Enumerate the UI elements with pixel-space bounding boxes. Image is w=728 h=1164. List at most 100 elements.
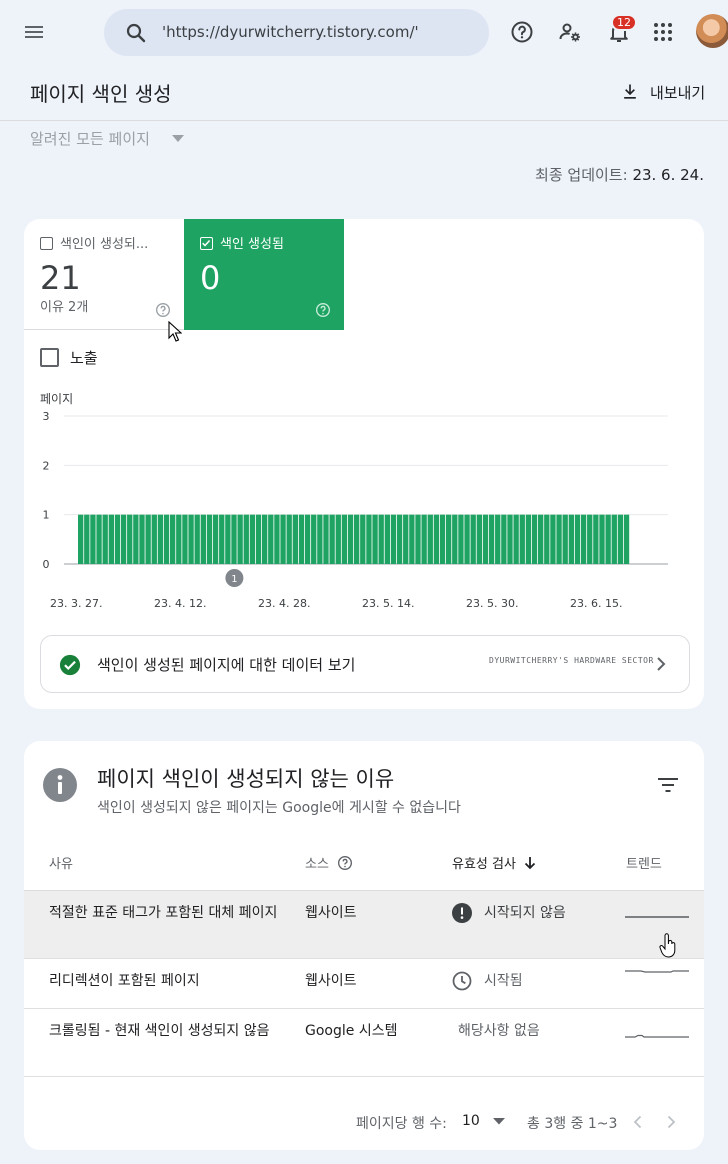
chart-bar[interactable]	[249, 514, 256, 564]
chart-bar[interactable]	[255, 514, 262, 564]
chart-bar[interactable]	[317, 514, 323, 564]
chart-bar[interactable]	[587, 514, 593, 564]
chart-bar[interactable]	[280, 514, 286, 564]
chart-bar[interactable]	[268, 514, 274, 564]
chart-bar[interactable]	[341, 514, 348, 564]
chart-bar[interactable]	[206, 514, 213, 564]
chart-bar[interactable]	[409, 514, 415, 564]
chart-bar[interactable]	[151, 514, 157, 564]
chart-bar[interactable]	[403, 514, 409, 564]
chart-bar[interactable]	[550, 514, 556, 564]
page-filter-select[interactable]: 알려진 모든 페이지	[30, 128, 184, 149]
chart-bar[interactable]	[194, 514, 200, 564]
chart-bar[interactable]	[507, 514, 513, 564]
chart-bar[interactable]	[574, 514, 581, 564]
chart-bar[interactable]	[452, 514, 458, 564]
chart-bar[interactable]	[139, 514, 145, 564]
chart-bar[interactable]	[556, 514, 562, 564]
table-row[interactable]: 크롤링됨 - 현재 색인이 생성되지 않음 Google 시스템 해당사항 없음	[24, 1009, 704, 1077]
chart-bar[interactable]	[188, 514, 194, 564]
chart-bar[interactable]	[102, 514, 108, 564]
chart-bar[interactable]	[347, 514, 354, 564]
chart-bar[interactable]	[145, 514, 151, 564]
dropdown-arrow-icon[interactable]	[493, 1118, 505, 1125]
help-icon[interactable]	[337, 855, 353, 871]
chart-bar[interactable]	[470, 514, 476, 564]
chart-bar[interactable]	[599, 514, 605, 564]
tile-indexed[interactable]: 색인 생성됨 0	[184, 219, 344, 330]
chart-bar[interactable]	[90, 514, 96, 564]
chart-bar[interactable]	[525, 514, 532, 564]
chart-bar[interactable]	[446, 514, 452, 564]
chart-bar[interactable]	[593, 514, 599, 564]
search-bar[interactable]: 'https://dyurwitcherry.tistory.com/'	[104, 9, 489, 56]
column-header-source[interactable]: 소스	[305, 853, 353, 872]
chart-bar[interactable]	[519, 514, 525, 564]
chart-bar[interactable]	[120, 514, 127, 564]
chart-bar[interactable]	[611, 514, 617, 564]
chart-bar[interactable]	[372, 514, 378, 564]
impressions-checkbox[interactable]	[40, 348, 59, 367]
chart-bar[interactable]	[482, 514, 489, 564]
chart-bar[interactable]	[396, 514, 403, 564]
chart-bar[interactable]	[225, 514, 231, 564]
chart-bar[interactable]	[292, 514, 298, 564]
chart-bar[interactable]	[568, 514, 574, 564]
avatar[interactable]	[696, 14, 728, 48]
chart-bar[interactable]	[323, 514, 329, 564]
chart-bar[interactable]	[433, 514, 440, 564]
chart-bar[interactable]	[366, 514, 372, 564]
tile-not-indexed-checkbox[interactable]	[40, 237, 53, 250]
chart-bar[interactable]	[182, 514, 188, 564]
chart-bar[interactable]	[538, 514, 544, 564]
chart-bar[interactable]	[212, 514, 219, 564]
chart-bar[interactable]	[464, 514, 470, 564]
chart-bar[interactable]	[384, 514, 390, 564]
chevron-right-icon[interactable]	[666, 1115, 676, 1129]
chart-bar[interactable]	[200, 514, 206, 564]
chart-bar[interactable]	[163, 514, 170, 564]
chart-bar[interactable]	[476, 514, 482, 564]
indexed-data-link[interactable]: 색인이 생성된 페이지에 대한 데이터 보기 DYURWITCHERRY'S H…	[40, 635, 690, 693]
chart-bar[interactable]	[360, 514, 366, 564]
chart-bar[interactable]	[329, 514, 335, 564]
chart-bar[interactable]	[415, 514, 421, 564]
tile-not-indexed[interactable]: 색인이 생성되... 21 이유 2개	[24, 219, 184, 330]
chart-bar[interactable]	[495, 514, 501, 564]
help-icon[interactable]	[155, 302, 171, 318]
chart-bar[interactable]	[176, 514, 182, 564]
chart-bar[interactable]	[304, 514, 311, 564]
chart-bar[interactable]	[237, 514, 243, 564]
chevron-left-icon[interactable]	[633, 1115, 643, 1129]
chart-bar[interactable]	[617, 514, 624, 564]
chart-bar[interactable]	[605, 514, 611, 564]
chart-bar[interactable]	[439, 514, 446, 564]
chart-bar[interactable]	[114, 514, 121, 564]
chart-bar[interactable]	[378, 514, 384, 564]
chart-bar[interactable]	[488, 514, 495, 564]
chart-bar[interactable]	[390, 514, 397, 564]
chart-bar[interactable]	[501, 514, 507, 564]
chart-bar[interactable]	[580, 514, 587, 564]
chart-bar[interactable]	[513, 514, 519, 564]
chart-bar[interactable]	[562, 514, 568, 564]
chart-bar[interactable]	[96, 514, 102, 564]
chart-bar[interactable]	[127, 514, 133, 564]
column-header-trend[interactable]: 트렌드	[626, 853, 662, 872]
chart-bar[interactable]	[544, 514, 550, 564]
chart-bar[interactable]	[354, 514, 360, 564]
chart-bar[interactable]	[427, 514, 433, 564]
chart-bar[interactable]	[108, 514, 114, 564]
apps-icon[interactable]	[651, 20, 675, 44]
chart-bar[interactable]	[84, 514, 90, 564]
chart-bar[interactable]	[623, 514, 630, 564]
chart-bar[interactable]	[243, 514, 249, 564]
menu-icon[interactable]	[22, 20, 50, 44]
column-header-validation[interactable]: 유효성 검사	[452, 853, 536, 872]
help-icon[interactable]	[315, 302, 331, 318]
tile-indexed-checkbox[interactable]	[200, 237, 213, 250]
chart-bar[interactable]	[286, 514, 292, 564]
export-button[interactable]: 내보내기	[620, 80, 705, 104]
search-input[interactable]: 'https://dyurwitcherry.tistory.com/'	[162, 23, 419, 41]
chart-bar[interactable]	[298, 514, 305, 564]
